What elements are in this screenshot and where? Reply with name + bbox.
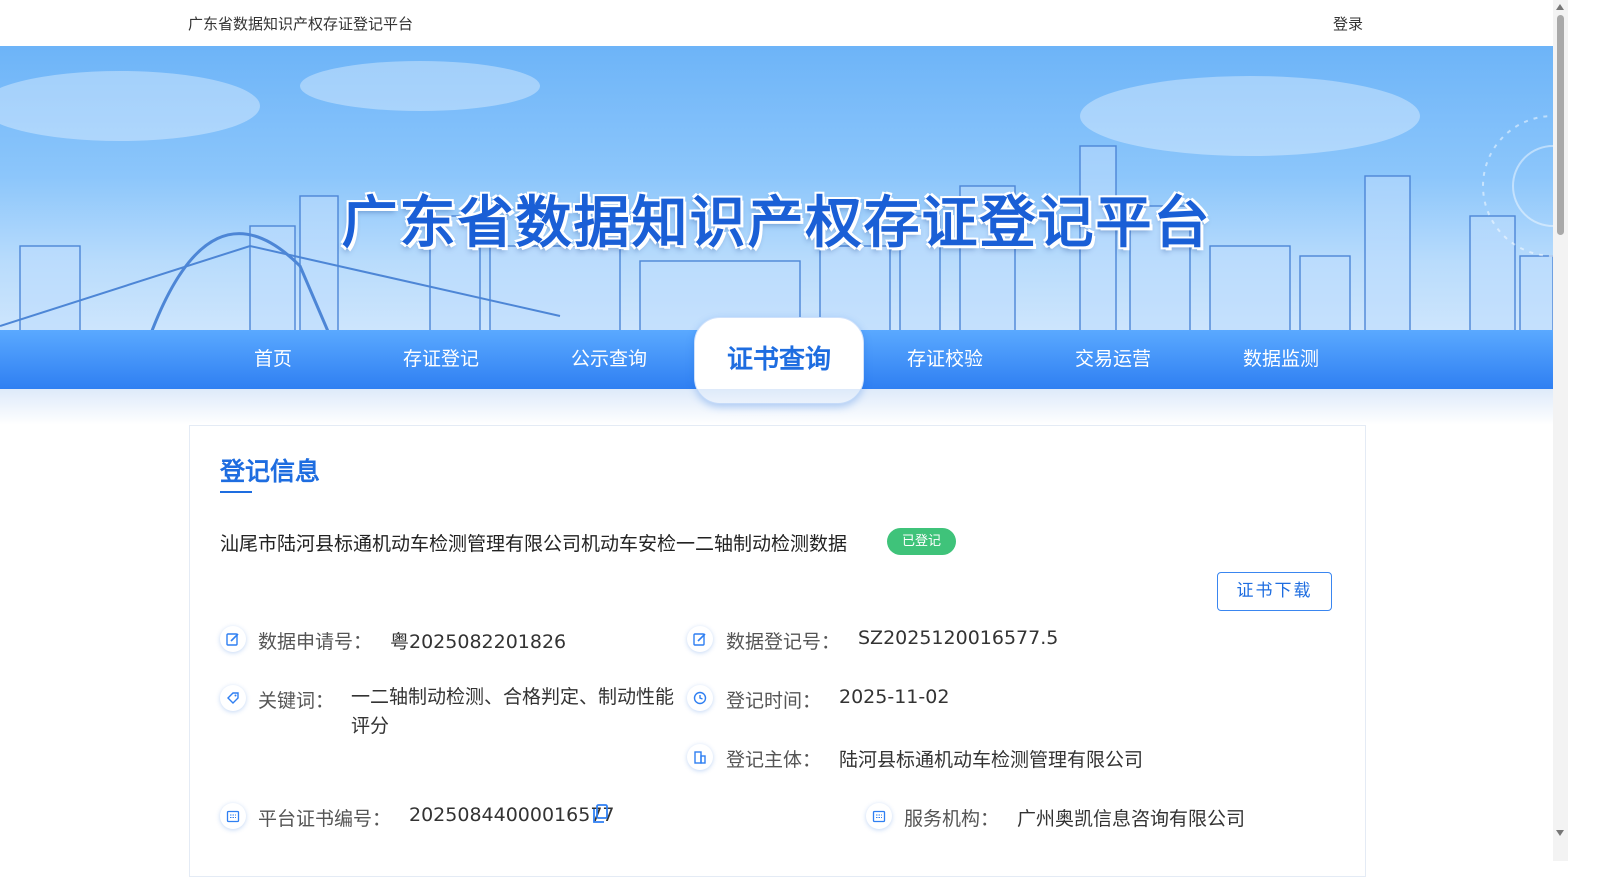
registrant-value: 陆河县标通机动车检测管理有限公司 [839, 749, 1144, 771]
nav-home[interactable]: 首页 [189, 330, 357, 389]
status-badge: 已登记 [887, 528, 956, 555]
service-org-value: 广州奥凯信息咨询有限公司 [1017, 808, 1246, 830]
section-title-underline [220, 491, 252, 493]
scroll-up-arrow-icon[interactable] [1556, 4, 1564, 10]
hero-banner: 广东省数据知识产权存证登记平台 [0, 46, 1553, 336]
registration-time-label: 登记时间： [726, 690, 822, 712]
application-no-label: 数据申请号： [258, 631, 373, 653]
calendar-icon [220, 803, 246, 829]
certificate-no-label: 平台证书编号： [258, 808, 392, 830]
building-icon [687, 744, 713, 770]
banner-title: 广东省数据知识产权存证登记平台 [341, 191, 1212, 256]
calendar-icon [866, 803, 892, 829]
nav-trade-operation[interactable]: 交易运营 [1029, 330, 1197, 389]
nav-data-monitoring[interactable]: 数据监测 [1197, 330, 1365, 389]
certificate-no-value: 20250844000016577 [409, 804, 615, 826]
main-nav: 首页 存证登记 公示查询 证书查询 存证校验 交易运营 数据监测 [0, 317, 1553, 404]
scroll-down-arrow-icon[interactable] [1556, 830, 1564, 836]
edit-icon [687, 626, 713, 652]
registration-no-label: 数据登记号： [726, 631, 841, 653]
registrant-label: 登记主体： [726, 749, 822, 771]
clock-icon [687, 685, 713, 711]
registration-time-value: 2025-11-02 [839, 686, 950, 708]
section-title: 登记信息 [220, 457, 321, 486]
registration-info-card: 登记信息 汕尾市陆河县标通机动车检测管理有限公司机动车安检一二轴制动检测数据 已… [189, 425, 1366, 877]
scroll-thumb[interactable] [1557, 15, 1564, 235]
nav-deposit-verification[interactable]: 存证校验 [861, 330, 1029, 389]
application-no-value: 粤2025082201826 [390, 631, 567, 653]
keywords-value: 一二轴制动检测、合格判定、制动性能评分 [351, 686, 675, 737]
edit-icon [220, 626, 246, 652]
nav-shadow [0, 389, 1553, 425]
record-title: 汕尾市陆河县标通机动车检测管理有限公司机动车安检一二轴制动检测数据 [220, 533, 848, 555]
login-link[interactable]: 登录 [1333, 13, 1363, 34]
registration-no-value: SZ2025120016577.5 [858, 627, 1059, 649]
nav-deposit-registration[interactable]: 存证登记 [357, 330, 525, 389]
keywords-label: 关键词： [258, 690, 335, 712]
nav-public-query[interactable]: 公示查询 [525, 330, 693, 389]
site-name: 广东省数据知识产权存证登记平台 [188, 15, 414, 33]
top-bar: 广东省数据知识产权存证登记平台 登录 [0, 0, 1553, 46]
copy-icon[interactable] [592, 804, 609, 824]
service-org-label: 服务机构： [904, 808, 1000, 830]
page-scrollbar[interactable] [1553, 0, 1568, 861]
tag-icon [220, 685, 246, 711]
certificate-download-button[interactable]: 证书下载 [1217, 572, 1332, 611]
